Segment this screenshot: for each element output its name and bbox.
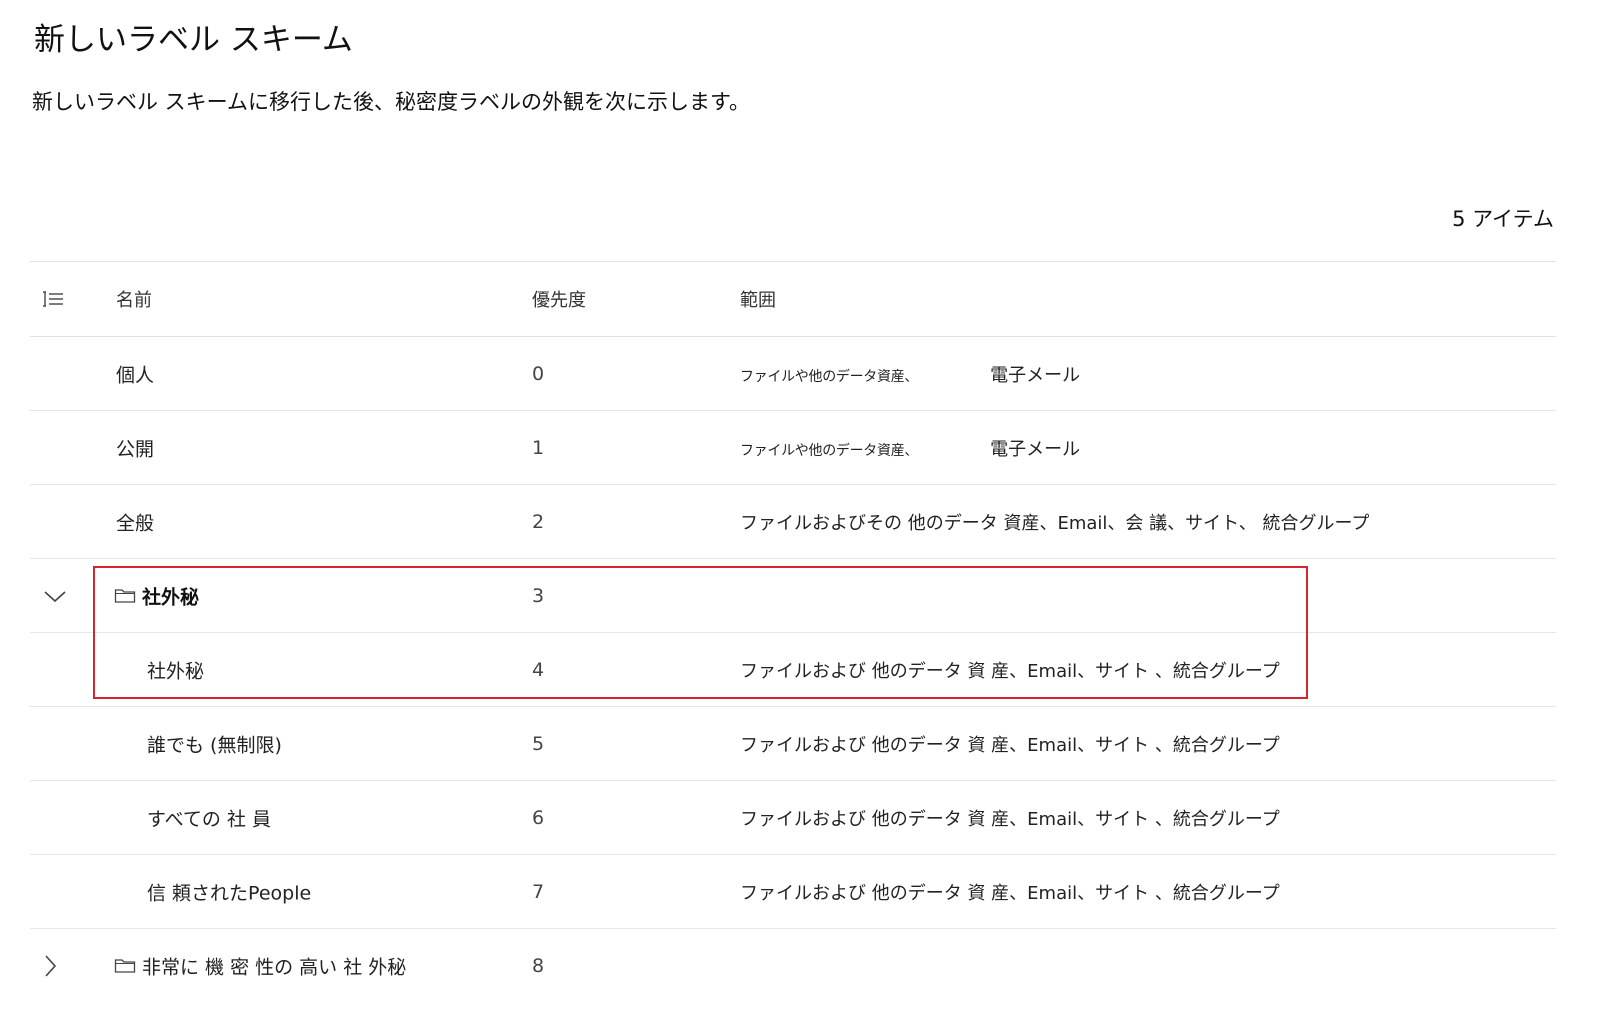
label-priority: 8 (532, 954, 545, 977)
table-row[interactable]: 公開 1 ファイルや他のデータ資産、 電子メール (30, 411, 1556, 485)
label-priority: 0 (532, 362, 545, 385)
label-priority: 6 (532, 806, 545, 829)
item-count: 5 アイテム (1452, 207, 1554, 231)
group-name: 社外秘 (114, 582, 199, 609)
table-row[interactable]: 信 頼されたPeople 7 ファイルおよび 他のデータ 資 産、Email、サ… (30, 855, 1556, 929)
label-table: 名前 優先度 範囲 個人 0 ファイルや他のデータ資産、 電子メール 公開 1 フ… (30, 261, 1556, 1002)
label-name: 全般 (116, 512, 155, 534)
page-title: 新しいラベル スキーム (34, 22, 353, 58)
label-scope-part-b: 電子メール (990, 364, 1081, 386)
label-priority: 2 (532, 510, 545, 533)
label-scope: ファイルおよび 他のデータ 資 産、Email、サイト 、統合グループ (740, 660, 1280, 682)
label-priority: 1 (532, 436, 545, 459)
label-name: 誰でも (無制限) (147, 734, 282, 756)
chevron-down-icon[interactable] (42, 588, 72, 604)
column-header-name[interactable]: 名前 (116, 286, 152, 312)
label-scope: ファイルおよび 他のデータ 資 産、Email、サイト 、統合グループ (740, 882, 1280, 904)
page-description: 新しいラベル スキームに移行した後、秘密度ラベルの外観を次に示します。 (32, 90, 750, 114)
label-scope-part-a: ファイルや他のデータ資産、 (740, 442, 919, 459)
label-priority: 3 (532, 584, 545, 607)
label-name: 社外秘 (147, 660, 205, 682)
table-row[interactable]: 全般 2 ファイルおよびその 他のデータ 資産、Email、会 議、サイト、 統… (30, 485, 1556, 559)
label-name: 個人 (116, 364, 155, 386)
folder-icon (114, 957, 136, 975)
column-header-priority[interactable]: 優先度 (532, 286, 586, 312)
table-row[interactable]: 個人 0 ファイルや他のデータ資産、 電子メール (30, 337, 1556, 411)
label-scope-part-b: 電子メール (990, 438, 1081, 460)
label-scope: ファイルや他のデータ資産、 電子メール (740, 435, 1080, 461)
column-header-scope[interactable]: 範囲 (740, 286, 776, 312)
table-row[interactable]: 誰でも (無制限) 5 ファイルおよび 他のデータ 資 産、Email、サイト … (30, 707, 1556, 781)
label-name: 信 頼されたPeople (147, 882, 312, 904)
label-scope: ファイルおよび 他のデータ 資 産、Email、サイト 、統合グループ (740, 808, 1280, 830)
group-name-label: 非常に 機 密 性の 高い 社 外秘 (142, 956, 407, 978)
label-priority: 7 (532, 880, 545, 903)
group-name-label: 社外秘 (142, 586, 200, 608)
label-name: すべての 社 員 (147, 808, 271, 830)
group-name: 非常に 機 密 性の 高い 社 外秘 (114, 952, 406, 979)
table-header-row: 名前 優先度 範囲 (30, 261, 1556, 337)
label-name: 公開 (116, 438, 155, 460)
label-scope: ファイルおよび 他のデータ 資 産、Email、サイト 、統合グループ (740, 734, 1280, 756)
label-scope-part-a: ファイルや他のデータ資産、 (740, 368, 919, 385)
table-row-group[interactable]: 社外秘 3 (30, 559, 1556, 633)
label-scope: ファイルおよびその 他のデータ 資産、Email、会 議、サイト、 統合グループ (740, 512, 1370, 534)
chevron-right-icon[interactable] (42, 953, 72, 979)
label-scope: ファイルや他のデータ資産、 電子メール (740, 361, 1080, 387)
table-row[interactable]: 社外秘 4 ファイルおよび 他のデータ 資 産、Email、サイト 、統合グルー… (30, 633, 1556, 707)
label-priority: 5 (532, 732, 545, 755)
label-priority: 4 (532, 658, 545, 681)
table-row[interactable]: すべての 社 員 6 ファイルおよび 他のデータ 資 産、Email、サイト 、… (30, 781, 1556, 855)
table-row-group[interactable]: 非常に 機 密 性の 高い 社 外秘 8 (30, 929, 1556, 1002)
folder-icon (114, 587, 136, 605)
list-view-icon[interactable] (42, 289, 72, 309)
